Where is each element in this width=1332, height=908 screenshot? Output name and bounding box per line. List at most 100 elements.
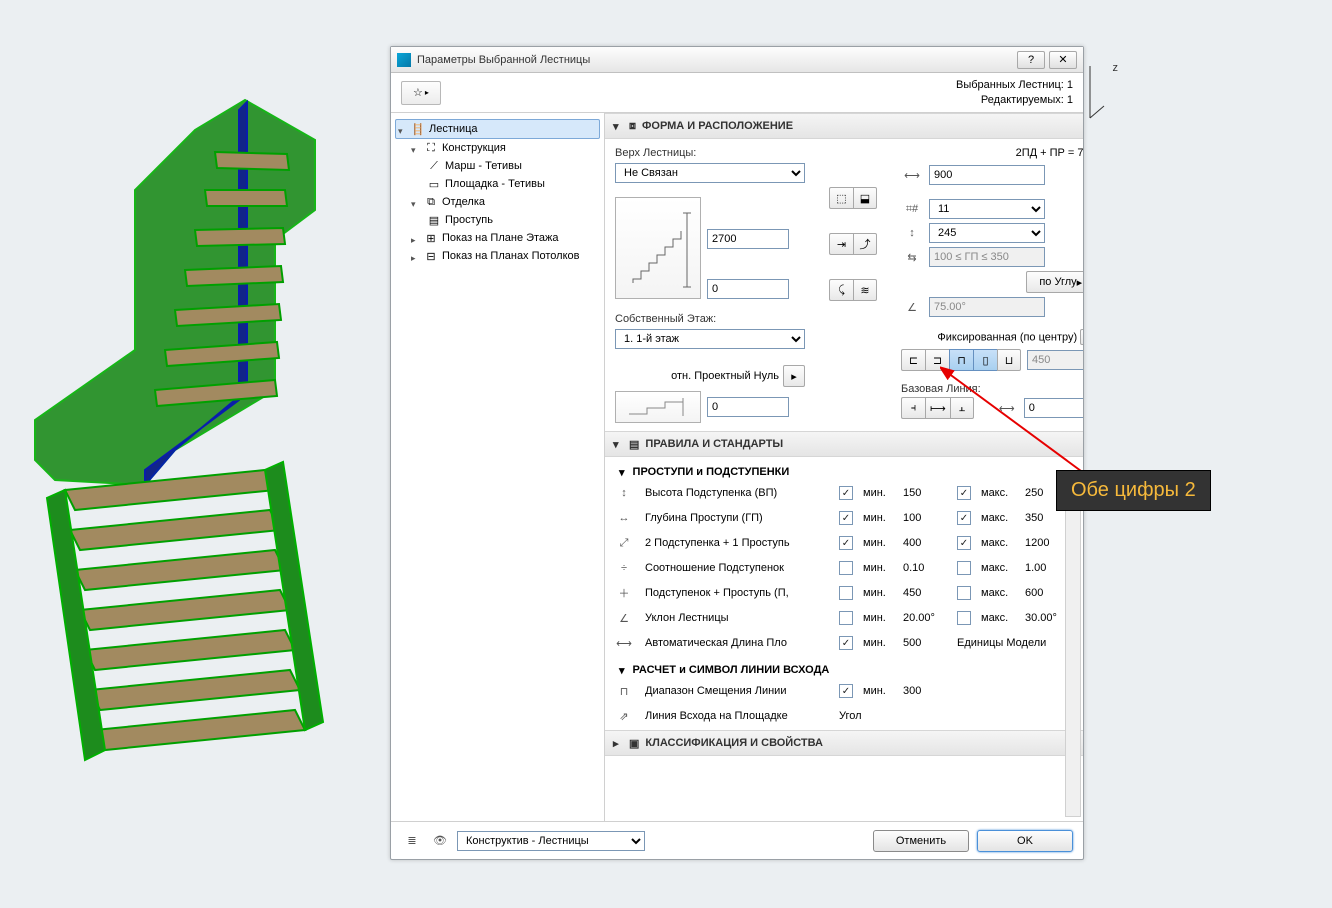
section-class-header[interactable]: ▸ ▣ КЛАССИФИКАЦИЯ И СВОЙСТВА: [605, 730, 1083, 756]
walk-grid: ⊓Диапазон Смещения Линиимин.300⇗Линия Вс…: [613, 681, 1075, 726]
rule-max-check[interactable]: [957, 511, 971, 525]
rule-min-check[interactable]: [839, 536, 853, 550]
angle-mode-button[interactable]: по Углу ▸: [1026, 271, 1083, 293]
h2-icon[interactable]: ⤴: [853, 233, 877, 255]
class-icon: ▣: [629, 737, 639, 750]
settings-tree: 🪜Лестница ⛶Конструкция ⟋Марш - Тетивы ▭П…: [391, 113, 605, 821]
rule-min-check[interactable]: [839, 561, 853, 575]
width-input[interactable]: [929, 165, 1045, 185]
walk-center2-icon[interactable]: ▯: [973, 349, 997, 371]
rule-min-label: мин.: [863, 562, 899, 574]
tree-floorplan[interactable]: ⊞Показ на Плане Этажа: [395, 229, 600, 247]
section-rules-header[interactable]: ▾ ▤ ПРАВИЛА И СТАНДАРТЫ: [605, 431, 1083, 457]
baseline-label: Базовая Линия:: [901, 383, 981, 395]
height-input[interactable]: [707, 229, 789, 249]
rule-min-check[interactable]: [839, 511, 853, 525]
tree-stair[interactable]: 🪜Лестница: [395, 119, 600, 139]
rule-max-check[interactable]: [957, 561, 971, 575]
bottom-link-mode[interactable]: ⤹ ≋: [829, 279, 877, 301]
main-panel: ▾ ⧈ ФОРМА И РАСПОЛОЖЕНИЕ Верх Лестницы: …: [605, 113, 1083, 821]
walk-icon: ⇗: [613, 706, 635, 726]
fixed-arrow-button[interactable]: ▸: [1080, 329, 1083, 345]
rule-min-label: мин.: [863, 587, 899, 599]
tree-construction[interactable]: ⛶Конструкция: [395, 139, 600, 157]
tree-tread[interactable]: ▤Проступь: [395, 211, 600, 229]
top-link-select[interactable]: Не Связан: [615, 163, 805, 183]
walking-line-pos[interactable]: ⊏ ⊐ ⊓ ▯ ⊔: [901, 349, 1021, 371]
rule-min-check[interactable]: [839, 486, 853, 500]
b2-icon[interactable]: ≋: [853, 279, 877, 301]
walk-min-check[interactable]: [839, 684, 853, 698]
height-link-mode[interactable]: ⇥ ⤴: [829, 233, 877, 255]
bl-2-icon[interactable]: ⟼: [925, 397, 950, 419]
vertical-scrollbar[interactable]: [1065, 497, 1081, 817]
b1-icon[interactable]: ⤹: [829, 279, 853, 301]
tree-flight-stringers[interactable]: ⟋Марш - Тетивы: [395, 157, 600, 175]
link-top-icon2[interactable]: ⬓: [853, 187, 877, 209]
help-button[interactable]: ?: [1017, 51, 1045, 69]
link-top-icon[interactable]: ⬚: [829, 187, 853, 209]
favorites-button[interactable]: ☆▸: [401, 81, 441, 105]
walk-icon: ⊓: [613, 681, 635, 701]
walk-subheader[interactable]: ▾РАСЧЕТ и СИМВОЛ ЛИНИИ ВСХОДА: [613, 659, 1075, 681]
rule-min-value: 450: [903, 587, 953, 599]
rule-max-check[interactable]: [957, 486, 971, 500]
walk-left2-icon[interactable]: ⊐: [925, 349, 949, 371]
rule-min-check[interactable]: [839, 636, 853, 650]
tree-landing-stringers[interactable]: ▭Площадка - Тетивы: [395, 175, 600, 193]
rule-name: 2 Подступенка + 1 Проступь: [645, 537, 835, 549]
width-icon: ⟷: [901, 166, 923, 184]
rule-max-label: макс.: [981, 612, 1021, 624]
bl-1-icon[interactable]: ⫞: [901, 397, 925, 419]
z-axis-label: z: [1086, 62, 1112, 125]
walk-name: Линия Всхода на Площадке: [645, 710, 835, 722]
rule-max-check[interactable]: [957, 536, 971, 550]
angle-icon: ∠: [901, 298, 923, 316]
walk-value: Угол: [839, 710, 1075, 722]
walk-right-icon[interactable]: ⊔: [997, 349, 1021, 371]
story-select[interactable]: 1. 1-й этаж: [615, 329, 805, 349]
treads-subheader[interactable]: ▾ПРОСТУПИ и ПОДСТУПЕНКИ: [613, 461, 1075, 483]
bottom-input[interactable]: [707, 279, 789, 299]
close-button[interactable]: ✕: [1049, 51, 1077, 69]
bl-3-icon[interactable]: ⫠: [950, 397, 974, 419]
section-form-header[interactable]: ▾ ⧈ ФОРМА И РАСПОЛОЖЕНИЕ: [605, 113, 1083, 139]
baseline-input[interactable]: [1024, 398, 1083, 418]
collapse-icon: ▾: [613, 120, 623, 133]
tree-finish[interactable]: ⧉Отделка: [395, 193, 600, 211]
h1-icon[interactable]: ⇥: [829, 233, 853, 255]
layer-select[interactable]: Конструктив - Лестницы: [457, 831, 645, 851]
annotation-tooltip: Обе цифры 2: [1056, 470, 1211, 511]
rule-min-check[interactable]: [839, 586, 853, 600]
going-select[interactable]: 245: [929, 223, 1045, 243]
rule-max-label: макс.: [981, 487, 1021, 499]
walk-left-icon[interactable]: ⊏: [901, 349, 925, 371]
rule-name: Глубина Проступи (ГП): [645, 512, 835, 524]
risers-select[interactable]: 11: [929, 199, 1045, 219]
titlebar: Параметры Выбранной Лестницы ? ✕: [391, 47, 1083, 73]
construction-icon: ⛶: [424, 141, 438, 155]
top-link-mode[interactable]: ⬚ ⬓: [829, 187, 877, 209]
cancel-button[interactable]: Отменить: [873, 830, 969, 852]
form-icon: ⧈: [629, 120, 636, 133]
rule-max-label: макс.: [981, 587, 1021, 599]
rule-icon: ＋: [613, 583, 635, 603]
rule-min-check[interactable]: [839, 611, 853, 625]
rule-icon: ⤢: [613, 533, 635, 553]
baseline-pos[interactable]: ⫞ ⟼ ⫠: [901, 397, 974, 419]
rel-arrow-button[interactable]: ▸: [783, 365, 805, 387]
rule-min-value: 100: [903, 512, 953, 524]
fixed-label: Фиксированная (по центру): [937, 332, 1077, 344]
star-icon: ☆: [413, 86, 423, 99]
app-icon: [397, 53, 411, 67]
flight-icon: ⟋: [427, 159, 441, 173]
dialog-footer: ≣ 👁 Конструктив - Лестницы Отменить OK: [391, 821, 1083, 859]
ok-button[interactable]: OK: [977, 830, 1073, 852]
rule-max-check[interactable]: [957, 611, 971, 625]
rel-input[interactable]: [707, 397, 789, 417]
rule-max-check[interactable]: [957, 586, 971, 600]
rule-icon: ↕: [613, 483, 635, 503]
angle-input: [929, 297, 1045, 317]
walk-center-icon[interactable]: ⊓: [949, 349, 973, 371]
tree-ceilingplan[interactable]: ⊟Показ на Планах Потолков: [395, 247, 600, 265]
